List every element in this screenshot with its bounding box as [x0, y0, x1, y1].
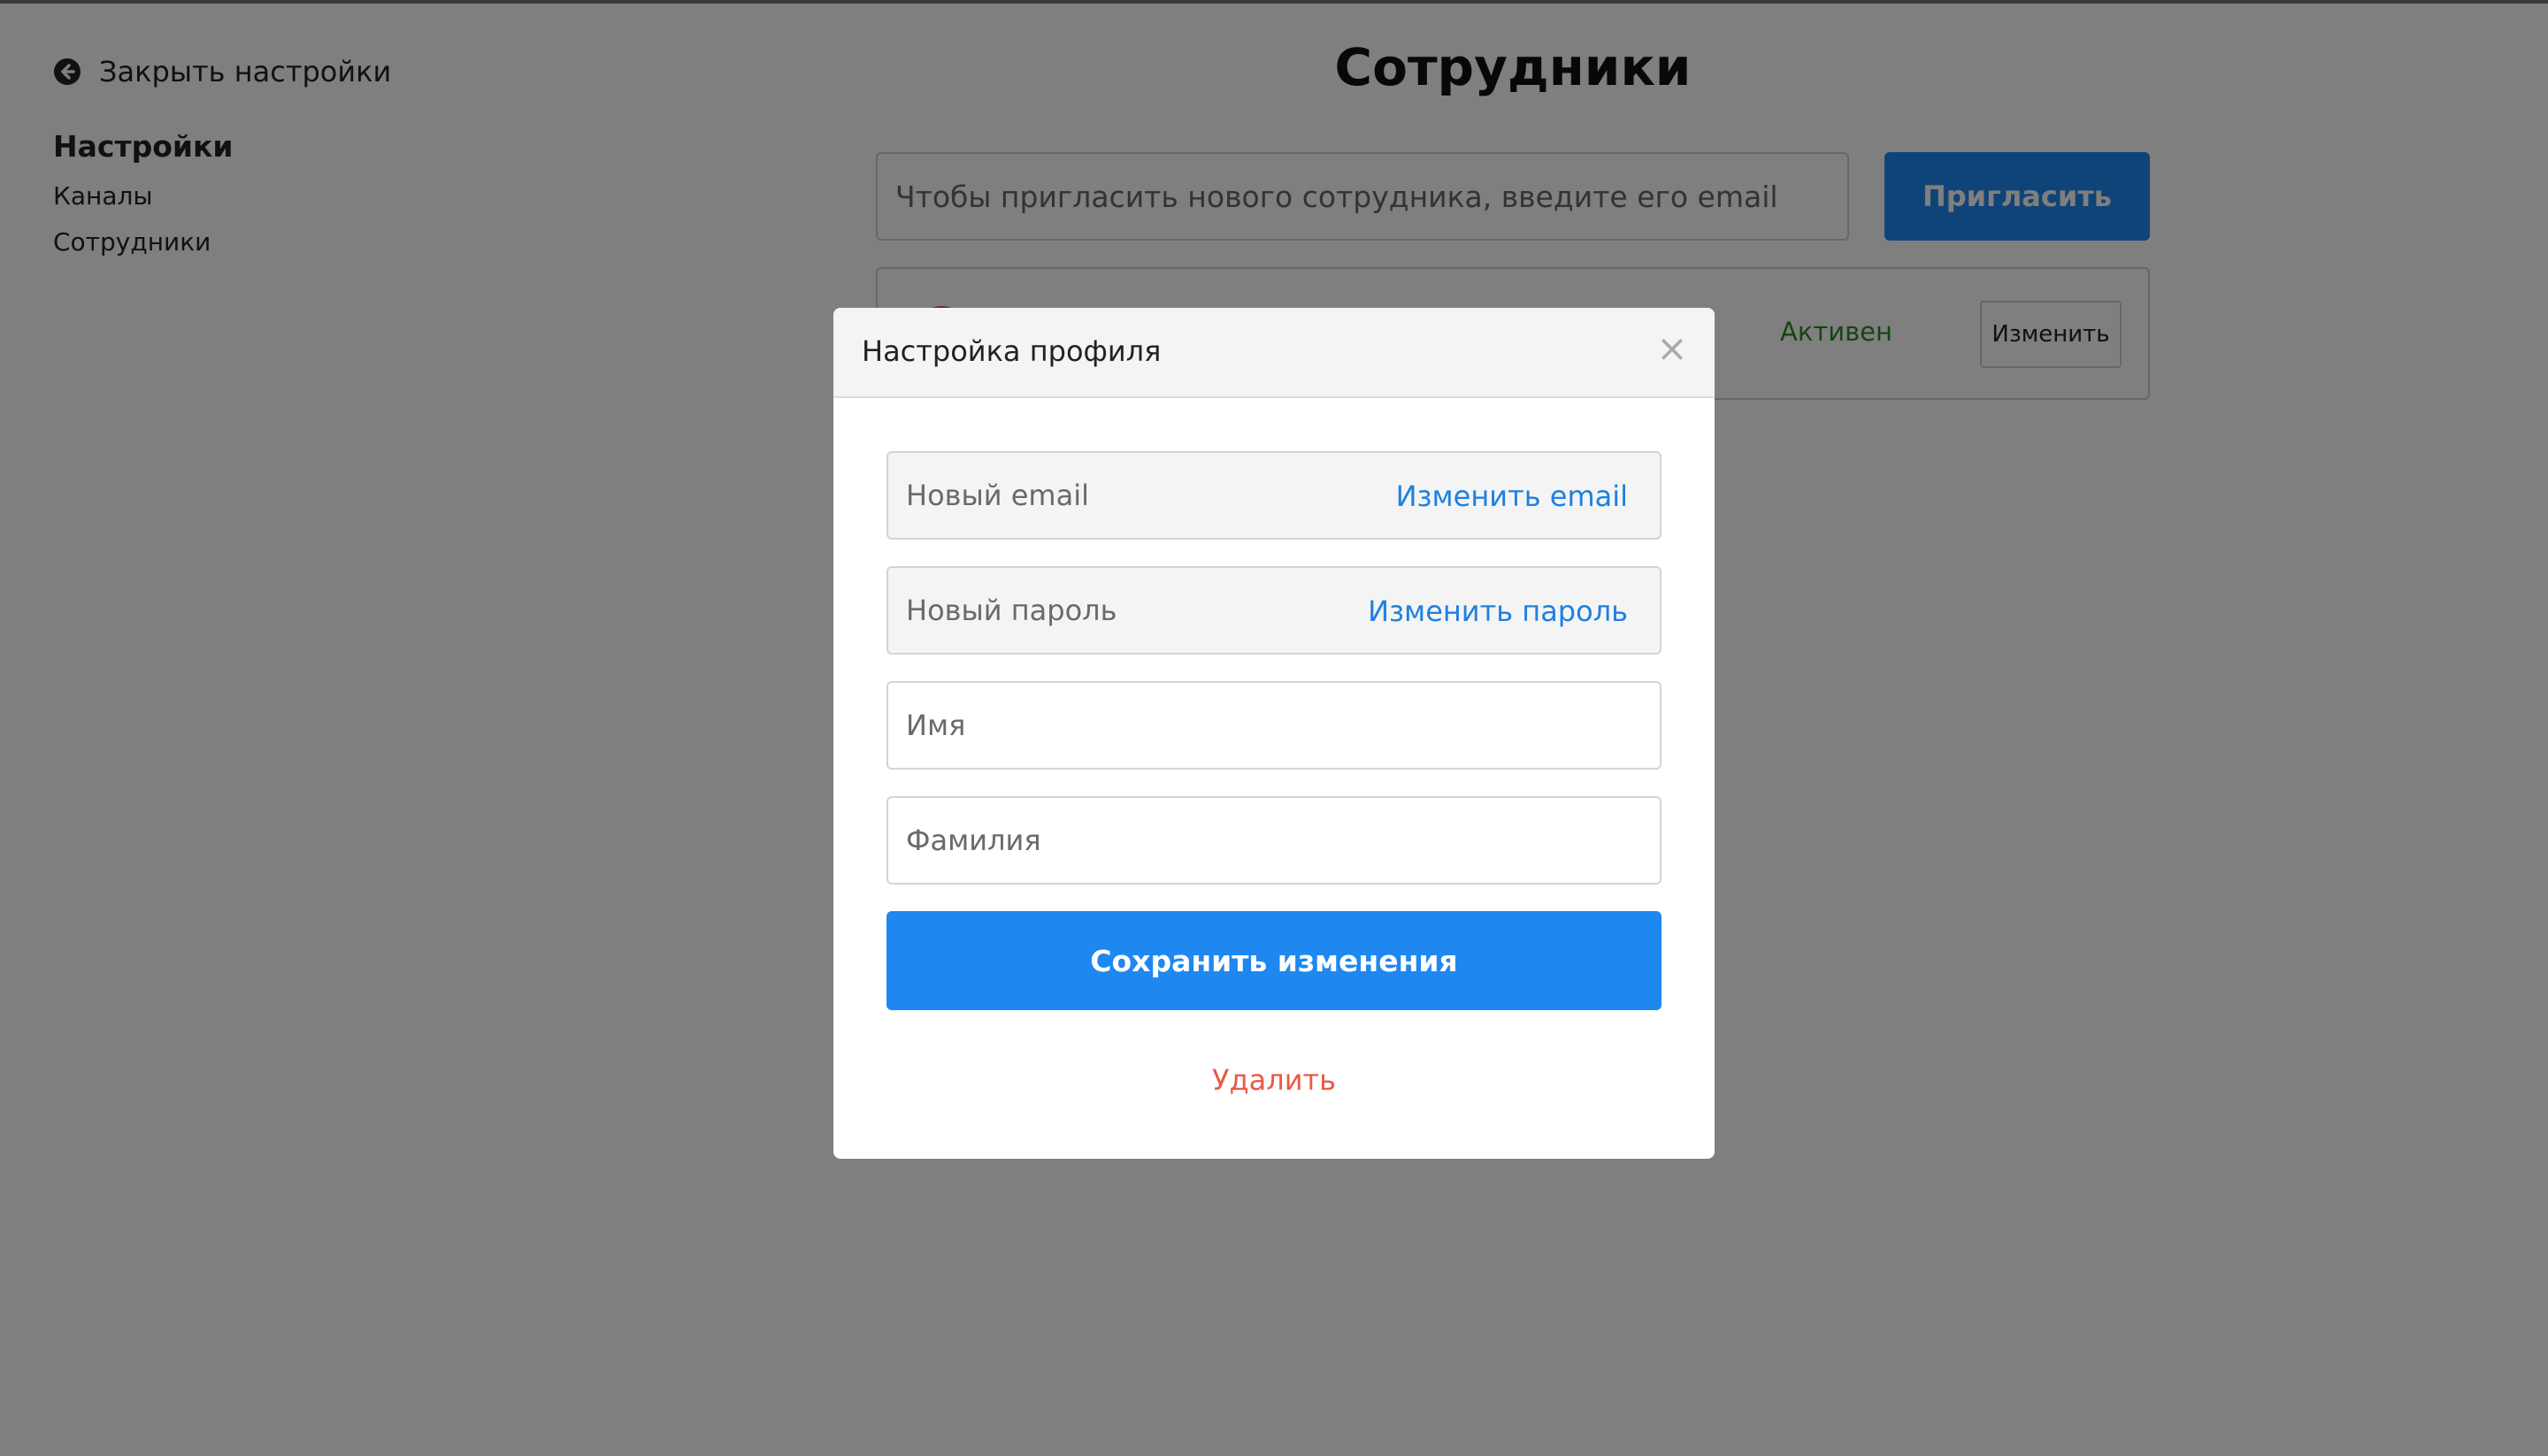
password-field-group: Изменить пароль: [886, 566, 1662, 655]
modal-title: Настройка профиля: [862, 334, 1162, 368]
modal-body: Изменить email Изменить пароль Сохранить…: [886, 451, 1662, 1097]
modal-header: Настройка профиля ×: [833, 308, 1715, 398]
last-name-field-group: [886, 796, 1662, 885]
email-field-group: Изменить email: [886, 451, 1662, 540]
close-icon[interactable]: ×: [1654, 330, 1690, 367]
last-name-field[interactable]: [888, 798, 1660, 883]
first-name-field-group: [886, 681, 1662, 770]
change-password-link[interactable]: Изменить пароль: [1368, 594, 1628, 628]
settings-page: Закрыть настройки Настройки Каналы Сотру…: [0, 0, 2548, 1456]
first-name-field[interactable]: [888, 683, 1660, 768]
profile-settings-modal: Настройка профиля × Изменить email Измен…: [833, 308, 1715, 1159]
save-changes-button[interactable]: Сохранить изменения: [886, 911, 1662, 1010]
change-email-link[interactable]: Изменить email: [1396, 479, 1628, 513]
delete-user-link[interactable]: Удалить: [886, 1063, 1662, 1097]
